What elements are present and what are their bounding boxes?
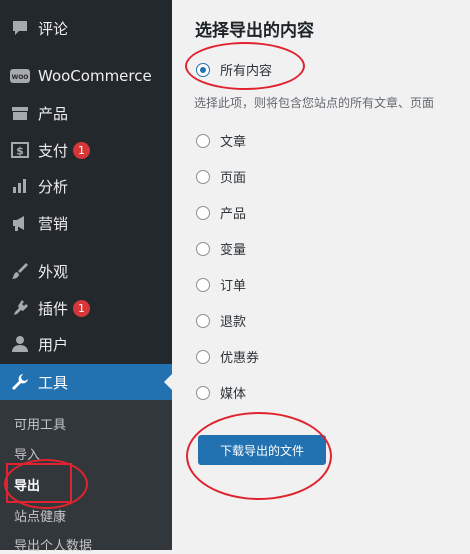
woocommerce-icon: WOO xyxy=(10,66,30,86)
sidebar-item-label: 用户 xyxy=(38,335,69,354)
radio-option-pages[interactable]: 页面 xyxy=(196,167,246,186)
radio-button[interactable] xyxy=(196,205,210,220)
radio-label: 产品 xyxy=(220,207,247,222)
sidebar-item-label: 工具 xyxy=(38,373,69,392)
sidebar-item-label: 插件 xyxy=(38,299,69,318)
sidebar-item-label: 分析 xyxy=(38,177,69,196)
megaphone-icon xyxy=(10,213,30,233)
sidebar-item-label: WooCommerce xyxy=(38,67,152,85)
radio-label: 媒体 xyxy=(220,387,247,402)
sidebar-item-woocommerce[interactable]: WOO WooCommerce xyxy=(0,58,172,94)
admin-sidebar: 评论 WOO WooCommerce 产品 $ 支付 1 分析 营销 外观 插件… xyxy=(0,0,172,554)
option-description: 选择此项，则将包含您站点的所有文章、页面 xyxy=(194,96,435,110)
sidebar-item-label: 营销 xyxy=(38,214,69,233)
radio-option-products[interactable]: 产品 xyxy=(196,203,246,222)
radio-option-coupons[interactable]: 优惠券 xyxy=(196,347,259,366)
sidebar-item-label: 支付 xyxy=(38,141,69,160)
sidebar-item-marketing[interactable]: 营销 xyxy=(0,205,172,241)
submenu-item-available-tools[interactable]: 可用工具 xyxy=(14,414,66,433)
page-title: 选择导出的内容 xyxy=(195,21,314,41)
main-content: 选择导出的内容 所有内容 选择此项，则将包含您站点的所有文章、页面 文章 页面 … xyxy=(172,0,470,550)
submenu-item-export-personal-data[interactable]: 导出个人数据 xyxy=(14,535,92,554)
bar-chart-icon xyxy=(10,176,30,196)
radio-button[interactable] xyxy=(196,169,210,184)
sidebar-item-products[interactable]: 产品 xyxy=(0,95,172,131)
update-badge: 1 xyxy=(73,141,91,159)
radio-option-all-content[interactable]: 所有内容 xyxy=(196,60,272,79)
paint-brush-icon xyxy=(10,261,30,281)
radio-label: 文章 xyxy=(220,135,247,150)
submenu-item-site-health[interactable]: 站点健康 xyxy=(14,506,66,525)
download-export-file-button[interactable]: 下载导出的文件 xyxy=(198,435,326,465)
payment-icon: $ xyxy=(10,140,30,160)
radio-option-refunds[interactable]: 退款 xyxy=(196,311,246,330)
wrench-icon xyxy=(10,372,30,392)
radio-button[interactable] xyxy=(196,133,210,148)
comment-icon xyxy=(10,18,30,38)
update-badge: 1 xyxy=(73,299,91,317)
plugin-icon xyxy=(10,298,30,318)
radio-label: 变量 xyxy=(220,243,247,258)
sidebar-item-appearance[interactable]: 外观 xyxy=(0,253,172,289)
radio-option-media[interactable]: 媒体 xyxy=(196,383,246,402)
archive-icon xyxy=(10,103,30,123)
radio-label: 所有内容 xyxy=(220,64,273,79)
tools-submenu: 可用工具 导入 导出 站点健康 导出个人数据 xyxy=(0,400,172,554)
sidebar-item-plugins[interactable]: 插件 1 xyxy=(0,290,172,326)
submenu-item-export[interactable]: 导出 xyxy=(14,475,40,494)
woo-logo-text: WOO xyxy=(12,74,29,81)
sidebar-item-label: 外观 xyxy=(38,262,69,281)
svg-text:$: $ xyxy=(16,145,24,158)
sidebar-item-users[interactable]: 用户 xyxy=(0,326,172,362)
radio-option-variations[interactable]: 变量 xyxy=(196,239,246,258)
sidebar-item-tools[interactable]: 工具 xyxy=(0,364,172,400)
sidebar-item-label: 评论 xyxy=(38,19,69,38)
radio-button[interactable] xyxy=(196,241,210,256)
user-icon xyxy=(10,334,30,354)
radio-label: 退款 xyxy=(220,315,247,330)
radio-label: 订单 xyxy=(220,279,247,294)
sidebar-item-payments[interactable]: $ 支付 1 xyxy=(0,132,172,168)
radio-button[interactable] xyxy=(196,349,210,364)
radio-option-posts[interactable]: 文章 xyxy=(196,131,246,150)
radio-button[interactable] xyxy=(196,313,210,328)
active-indicator xyxy=(164,374,172,390)
radio-button[interactable] xyxy=(196,385,210,400)
sidebar-item-analytics[interactable]: 分析 xyxy=(0,168,172,204)
radio-button[interactable] xyxy=(196,62,210,77)
radio-button[interactable] xyxy=(196,277,210,292)
radio-label: 优惠券 xyxy=(220,351,260,366)
radio-option-orders[interactable]: 订单 xyxy=(196,275,246,294)
sidebar-item-label: 产品 xyxy=(38,104,69,123)
submenu-item-import[interactable]: 导入 xyxy=(14,444,40,463)
sidebar-item-comments[interactable]: 评论 xyxy=(0,10,172,46)
radio-label: 页面 xyxy=(220,171,247,186)
